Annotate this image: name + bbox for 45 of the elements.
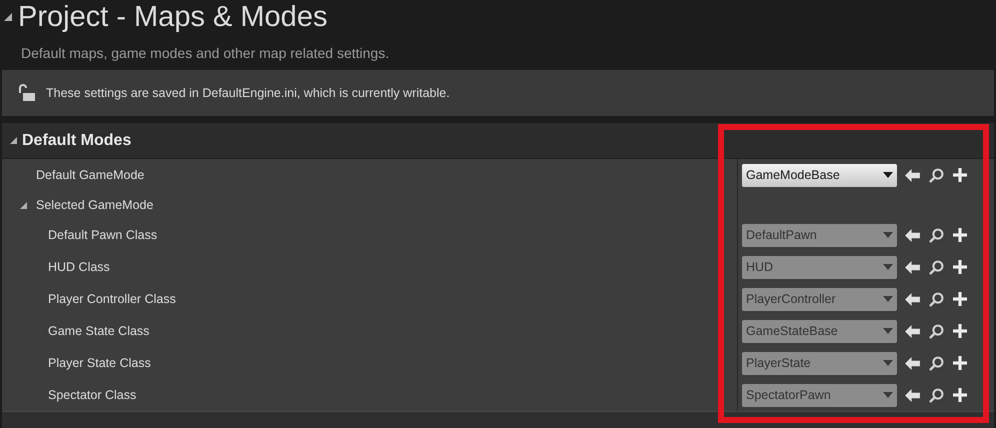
caret-icon <box>883 360 893 366</box>
left-arrow-icon[interactable] <box>905 388 920 402</box>
caret-icon <box>883 232 893 238</box>
plus-icon[interactable] <box>953 356 967 370</box>
property-label: Default Pawn Class <box>48 226 158 244</box>
unlocked-padlock-icon <box>18 84 36 102</box>
page-title: Project - Maps & Modes <box>18 2 328 32</box>
property-label: Player Controller Class <box>48 290 176 308</box>
search-icon[interactable] <box>929 260 944 274</box>
notice-text: These settings are saved in DefaultEngine.ini, which is currently writable. <box>46 84 450 102</box>
search-icon[interactable] <box>929 292 944 306</box>
caret-icon <box>883 172 893 178</box>
section-title: Default Modes <box>22 130 132 150</box>
caret-icon <box>883 264 893 270</box>
plus-icon[interactable] <box>953 388 967 402</box>
left-arrow-icon[interactable] <box>905 356 920 370</box>
collapse-triangle-icon[interactable] <box>4 13 12 21</box>
left-arrow-icon[interactable] <box>905 260 920 274</box>
left-arrow-icon[interactable] <box>905 292 920 306</box>
collapse-triangle-icon[interactable] <box>10 137 17 144</box>
property-label: Spectator Class <box>48 386 136 404</box>
search-icon[interactable] <box>929 324 944 338</box>
left-arrow-icon[interactable] <box>905 168 920 182</box>
search-icon[interactable] <box>929 228 944 242</box>
property-label: Default GameMode <box>36 166 144 184</box>
property-label: Player State Class <box>48 354 151 372</box>
class-dropdown[interactable]: GameModeBase <box>742 164 897 186</box>
collapse-triangle-icon[interactable] <box>20 202 27 208</box>
plus-icon[interactable] <box>953 228 967 242</box>
plus-icon[interactable] <box>953 324 967 338</box>
search-icon[interactable] <box>929 388 944 402</box>
search-icon[interactable] <box>929 356 944 370</box>
caret-icon <box>883 392 893 398</box>
plus-icon[interactable] <box>953 260 967 274</box>
plus-icon[interactable] <box>953 168 967 182</box>
property-label: Game State Class <box>48 322 150 340</box>
search-icon[interactable] <box>929 168 944 182</box>
caret-icon <box>883 328 893 334</box>
plus-icon[interactable] <box>953 292 967 306</box>
caret-icon <box>883 296 893 302</box>
left-arrow-icon[interactable] <box>905 324 920 338</box>
property-label: Selected GameMode <box>36 196 154 214</box>
left-arrow-icon[interactable] <box>905 228 920 242</box>
page-description: Default maps, game modes and other map related settings. <box>20 44 390 63</box>
property-label: HUD Class <box>48 258 110 276</box>
